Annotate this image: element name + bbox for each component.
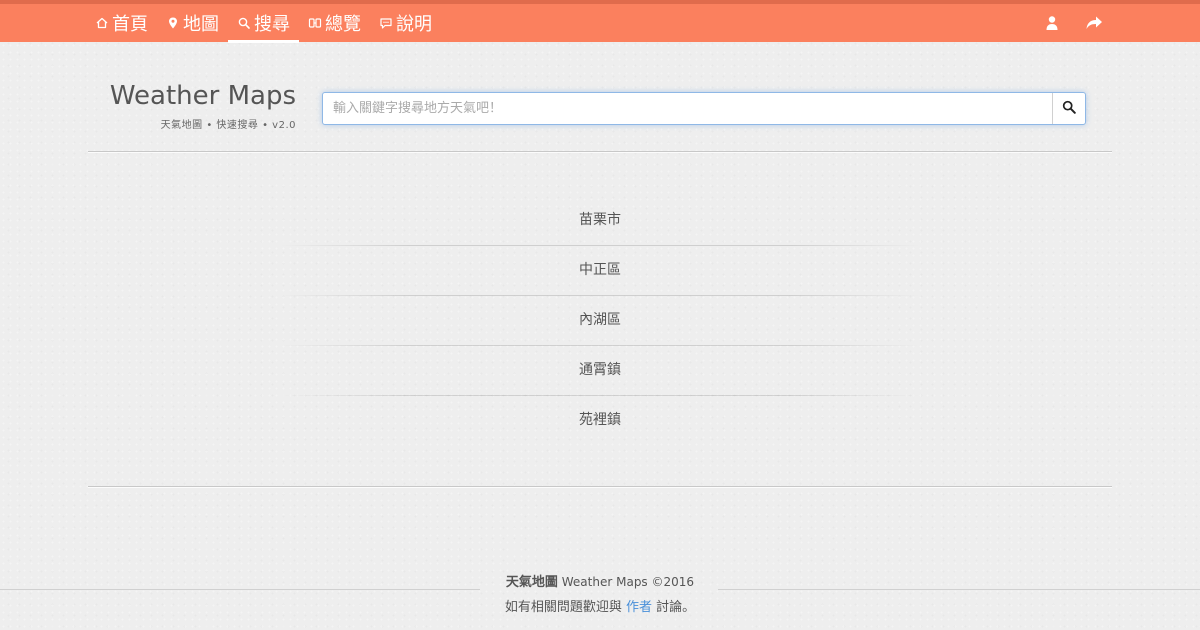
search-result-item[interactable]: 苑裡鎮 xyxy=(240,395,960,445)
footer-brand-cn: 天氣地圖 xyxy=(505,575,558,590)
footer-copyright: 天氣地圖 Weather Maps ©2016 xyxy=(0,572,1200,593)
site-title: Weather Maps xyxy=(109,81,296,111)
nav-right-actions xyxy=(1042,4,1104,42)
search-box xyxy=(322,92,1086,125)
nav-item-label: 總覽 xyxy=(325,14,361,35)
nav-item-label: 首頁 xyxy=(112,14,148,35)
nav-item-overview[interactable]: 總覽 xyxy=(299,4,370,42)
header-divider xyxy=(88,151,1112,152)
footer-brand-en: Weather Maps xyxy=(561,575,648,589)
nav-item-home[interactable]: 首頁 xyxy=(86,4,157,42)
footer-contact-prefix: 如有相關問題歡迎與 xyxy=(504,600,622,615)
footer: 天氣地圖 Weather Maps ©2016 如有相關問題歡迎與 作者 討論。 xyxy=(0,572,1200,619)
footer-copyright-year: ©2016 xyxy=(651,575,695,589)
search-button[interactable] xyxy=(1052,93,1085,124)
search-input[interactable] xyxy=(323,93,1053,124)
user-button[interactable] xyxy=(1042,13,1062,33)
search-result-item[interactable]: 通霄鎮 xyxy=(240,345,960,395)
search-icon xyxy=(1062,99,1076,118)
nav-item-label: 地圖 xyxy=(183,14,219,35)
home-icon xyxy=(95,16,109,30)
map-pin-icon xyxy=(166,16,180,30)
search-result-item[interactable]: 內湖區 xyxy=(240,295,960,345)
brand-block: Weather Maps 天氣地圖 • 快速搜尋 • v2.0 xyxy=(96,80,296,131)
nav-item-help[interactable]: 說明 xyxy=(370,4,441,42)
user-icon xyxy=(1045,15,1059,31)
nav-item-label: 說明 xyxy=(396,14,432,35)
help-chat-icon xyxy=(379,16,393,30)
overview-icon xyxy=(308,16,322,30)
search-results-list: 苗栗市 中正區 內湖區 通霄鎮 苑裡鎮 xyxy=(240,195,960,445)
nav-item-label: 搜尋 xyxy=(254,14,290,35)
site-subtitle: 天氣地圖 • 快速搜尋 • v2.0 xyxy=(160,120,296,131)
results-divider xyxy=(88,486,1112,487)
author-link[interactable]: 作者 xyxy=(626,600,652,615)
search-icon xyxy=(237,16,251,30)
nav-item-search[interactable]: 搜尋 xyxy=(228,4,299,43)
footer-contact-suffix: 討論。 xyxy=(656,600,696,615)
footer-contact: 如有相關問題歡迎與 作者 討論。 xyxy=(0,597,1200,619)
search-result-item[interactable]: 中正區 xyxy=(240,245,960,295)
share-button[interactable] xyxy=(1084,13,1104,33)
search-result-item[interactable]: 苗栗市 xyxy=(240,195,960,245)
top-nav-bar: 首頁 地圖 搜尋 總覽 說明 xyxy=(0,0,1200,43)
nav-menu: 首頁 地圖 搜尋 總覽 說明 xyxy=(86,4,441,43)
nav-item-map[interactable]: 地圖 xyxy=(157,4,228,42)
share-icon xyxy=(1085,15,1103,31)
